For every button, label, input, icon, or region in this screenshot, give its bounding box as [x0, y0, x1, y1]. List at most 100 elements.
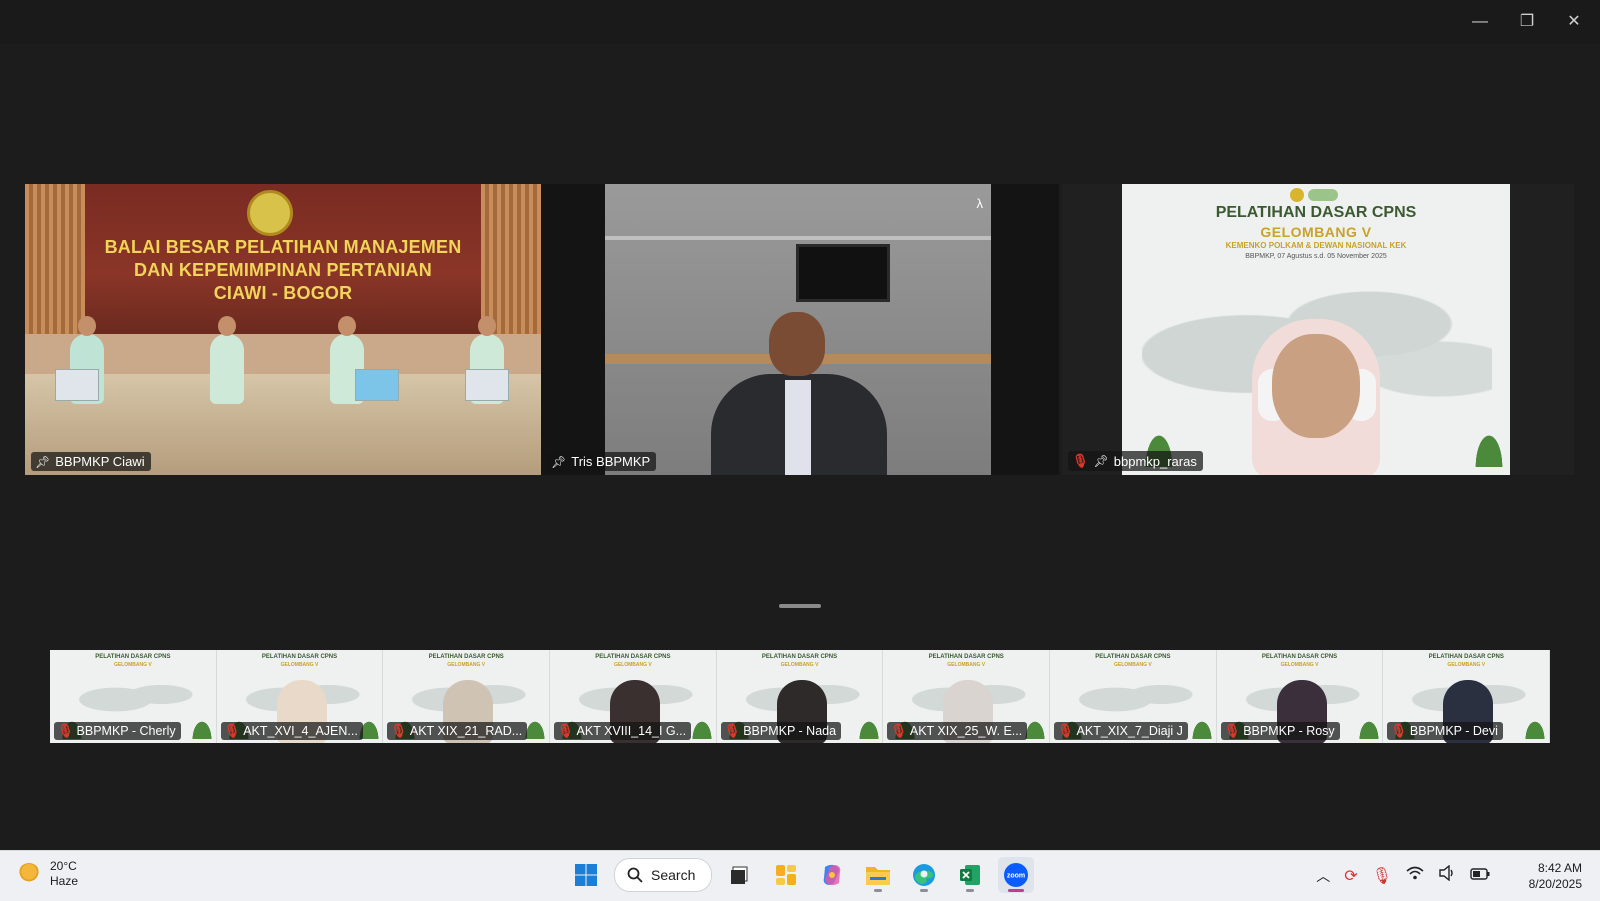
participant-name-tag: 📌︎ Tris BBPMKP	[547, 452, 657, 471]
edge-icon	[913, 864, 936, 886]
indonesia-map	[70, 672, 200, 722]
file-explorer-button[interactable]	[860, 857, 896, 893]
minimize-button[interactable]: —	[1464, 10, 1496, 34]
participant-name: AKT XVIII_14_I G...	[576, 724, 687, 738]
chevron-up-icon[interactable]: ︿	[1316, 866, 1330, 886]
participant-name: AKT_XIX_7_Diaji J	[1076, 724, 1183, 738]
ministry-logo-icon	[247, 190, 293, 236]
zoom-icon: zoom	[1004, 863, 1029, 887]
participant-name-tag: 🎙︎ AKT_XIX_7_Diaji J	[1054, 722, 1188, 740]
participant-name-tag: 🎙︎ BBPMKP - Cherly	[54, 722, 181, 740]
clock-time: 8:42 AM	[1537, 861, 1582, 875]
participant-name: BBPMKP Ciawi	[55, 454, 145, 469]
taskbar-clock[interactable]: 8:42 AM 8/20/2025	[1529, 860, 1582, 892]
participant-name-tag: 🎙︎ BBPMKP - Devi	[1387, 722, 1503, 740]
haze-sun-icon	[18, 863, 40, 885]
volume-icon[interactable]	[1438, 864, 1456, 886]
restore-button[interactable]: ❐	[1511, 10, 1543, 34]
windows-logo-icon	[575, 864, 597, 886]
video-tile-bbpmkp-ciawi[interactable]: BALAI BESAR PELATIHAN MANAJEMEN DAN KEPE…	[25, 184, 541, 475]
mic-muted-icon: 🎙︎	[390, 723, 407, 738]
filmstrip-thumbnail[interactable]: PELATIHAN DASAR CPNS GELOMBANG V 🎙︎ AKT XIX…	[383, 650, 551, 743]
title-bar: — ❐ ✕	[0, 0, 1600, 44]
pin-icon: 📌︎	[35, 454, 51, 469]
participant-video: PELATIHAN DASAR CPNS GELOMBANG V KEMENKO…	[1062, 184, 1574, 475]
filmstrip-thumbnail[interactable]: PELATIHAN DASAR CPNS GELOMBANG V 🎙︎ BBPMKP …	[50, 650, 217, 743]
video-tile-bbpmkp-raras[interactable]: PELATIHAN DASAR CPNS GELOMBANG V KEMENKO…	[1062, 184, 1574, 475]
participant-name-tag: 🎙︎ AKT XIX_25_W. E...	[887, 722, 1028, 740]
folder-icon	[866, 867, 891, 885]
task-view-button[interactable]	[722, 857, 758, 893]
filmstrip-thumbnail[interactable]: PELATIHAN DASAR CPNS GELOMBANG V 🎙︎ AKT_XVI…	[216, 650, 384, 743]
participant-name-tag: 🎙︎ AKT_XVI_4_AJEN...	[220, 722, 363, 740]
wall-sign-line-1: BALAI BESAR PELATIHAN MANAJEMEN	[104, 237, 462, 257]
mic-muted-icon: 🎙︎	[890, 723, 907, 738]
participant-name: AKT_XVI_4_AJEN...	[243, 724, 358, 738]
widgets-icon	[776, 865, 797, 885]
widgets-button[interactable]	[768, 857, 804, 893]
taskbar-search-box[interactable]: Search	[614, 858, 713, 892]
mic-muted-icon: 🎙︎	[57, 723, 74, 738]
mic-location-icon[interactable]: 🎙︎	[1372, 866, 1392, 886]
filmstrip-thumbnail[interactable]: PELATIHAN DASAR CPNS GELOMBANG V 🎙︎ BBPMKP …	[1216, 650, 1384, 743]
weather-widget[interactable]: 20°C Haze	[18, 859, 78, 889]
thumbnail-slide-title: PELATIHAN DASAR CPNS	[428, 654, 504, 660]
thumbnail-slide-title: PELATIHAN DASAR CPNS	[761, 654, 838, 660]
clock-date: 8/20/2025	[1528, 877, 1582, 891]
thumbnail-slide-title: PELATIHAN DASAR CPNS	[1428, 654, 1504, 660]
slide-title: PELATIHAN DASAR CPNS	[1215, 204, 1417, 221]
svg-text:zoom: zoom	[1007, 873, 1025, 880]
thumbnail-slide-subtitle: GELOMBANG V	[1447, 662, 1486, 668]
mic-muted-icon: 🎙︎	[1390, 723, 1407, 738]
indonesia-map	[1070, 672, 1201, 722]
participant-name-tag: 🎙︎ BBPMKP - Nada	[720, 722, 842, 740]
ministry-logo-icon	[1290, 188, 1304, 202]
thumbnail-slide-title: PELATIHAN DASAR CPNS	[95, 654, 171, 660]
thumbnail-slide-title: PELATIHAN DASAR CPNS	[595, 654, 671, 660]
sync-icon[interactable]: ⟳	[1344, 866, 1357, 886]
windows-taskbar: 20°C Haze Search zoom ︿ ⟳ 🎙︎ 8:42 AM 8/2…	[0, 850, 1600, 901]
mic-muted-icon: 🎙︎	[223, 723, 241, 738]
participant-name: BBPMKP - Devi	[1409, 724, 1498, 738]
speaker-video: λ	[541, 184, 1059, 475]
thumbnail-slide-title: PELATIHAN DASAR CPNS	[1261, 654, 1338, 660]
audio-indicator-icon: λ	[976, 196, 984, 211]
filmstrip-thumbnail[interactable]: PELATIHAN DASAR CPNS GELOMBANG V 🎙︎ BBPMKP …	[716, 650, 884, 743]
participant-name: BBPMKP - Rosy	[1243, 724, 1335, 738]
thumbnail-slide-subtitle: GELOMBANG V	[447, 662, 486, 668]
thumbnail-slide-subtitle: GELOMBANG V	[1280, 662, 1319, 668]
video-tile-tris-bbpmkp[interactable]: λ 📌︎ Tris BBPMKP	[541, 184, 1059, 475]
excel-button[interactable]	[952, 857, 988, 893]
zoom-button[interactable]: zoom	[998, 857, 1035, 893]
thumbnail-slide-subtitle: GELOMBANG V	[113, 662, 152, 668]
slide-line-3: BBPMKP, 07 Agustus s.d. 05 November 2025	[1245, 253, 1387, 260]
pin-icon: 📌︎	[551, 454, 567, 469]
battery-icon[interactable]	[1470, 867, 1490, 885]
edge-button[interactable]	[906, 857, 942, 893]
filmstrip-thumbnail[interactable]: PELATIHAN DASAR CPNS GELOMBANG V 🎙︎ AKT XIX…	[883, 650, 1051, 743]
filmstrip-thumbnail[interactable]: PELATIHAN DASAR CPNS GELOMBANG V 🎙︎ BBPMKP …	[1383, 650, 1551, 743]
copilot-icon	[824, 864, 841, 886]
task-view-icon	[731, 866, 748, 884]
copilot-button[interactable]	[814, 857, 850, 893]
participant-name-tag: 🎙︎ 📌︎ bbpmkp_raras	[1068, 451, 1203, 471]
participant-name: BBPMKP - Nada	[743, 724, 837, 738]
filmstrip-thumbnail[interactable]: PELATIHAN DASAR CPNS GELOMBANG V 🎙︎ AKT XVI…	[550, 650, 717, 743]
slide-subtitle: GELOMBANG V	[1260, 224, 1372, 240]
start-button[interactable]	[568, 857, 604, 893]
filmstrip-resize-handle[interactable]	[779, 604, 821, 608]
thumbnail-slide-subtitle: GELOMBANG V	[947, 662, 986, 668]
mic-muted-icon: 🎙︎	[557, 723, 574, 738]
wall-sign: BALAI BESAR PELATIHAN MANAJEMEN DAN KEPE…	[65, 236, 501, 305]
filmstrip-thumbnail[interactable]: PELATIHAN DASAR CPNS GELOMBANG V 🎙︎ AKT_XIX…	[1050, 650, 1217, 743]
participant-name-tag: 🎙︎ BBPMKP - Rosy	[1220, 722, 1340, 740]
system-tray: ︿ ⟳ 🎙︎	[1316, 864, 1490, 886]
weather-condition: Haze	[50, 874, 79, 888]
weather-temperature: 20°C	[50, 859, 77, 873]
wall-sign-line-3: CIAWI - BOGOR	[213, 283, 353, 303]
wifi-icon[interactable]	[1406, 866, 1424, 885]
wall-sign-line-2: DAN KEPEMIMPINAN PERTANIAN	[134, 260, 432, 280]
close-button[interactable]: ✕	[1558, 10, 1590, 34]
participant-name: AKT XIX_25_W. E...	[909, 724, 1023, 738]
excel-icon	[960, 865, 981, 885]
